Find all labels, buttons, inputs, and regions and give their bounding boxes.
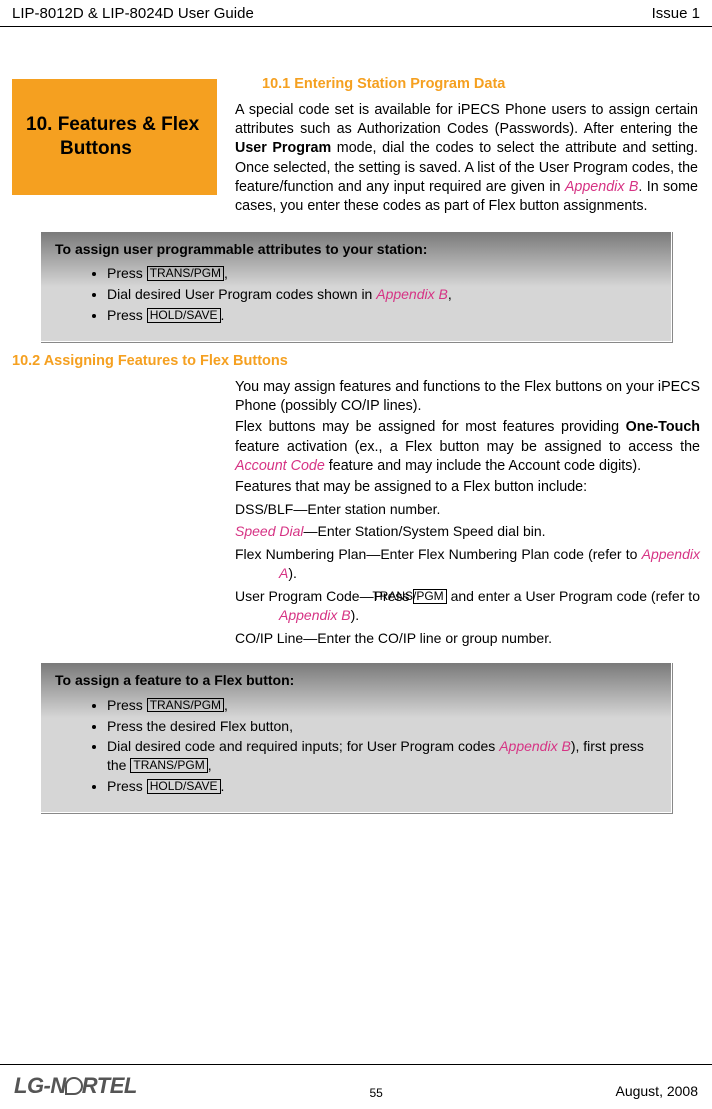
text-run: feature activation (ex., a Flex button m…: [235, 439, 700, 455]
keycap-trans-pgm: TRANS/PGM: [147, 698, 224, 713]
keycap-hold-save: HOLD/SAVE: [147, 779, 221, 794]
text-run: Dial desired User Program codes shown in: [107, 286, 376, 302]
instruction-box-2: To assign a feature to a Flex button: Pr…: [40, 662, 672, 813]
appendix-link: Appendix B: [565, 179, 639, 195]
list-item: Dial desired code and required inputs; f…: [107, 737, 657, 775]
text-run: Dial desired code and required inputs; f…: [107, 738, 499, 754]
text-run: ,: [224, 265, 228, 281]
instruction-list: Press TRANS/PGM, Dial desired User Progr…: [55, 264, 657, 325]
list-item: Press the desired Flex button,: [107, 717, 657, 736]
keycap-trans-pgm: TRANS/PGM: [147, 266, 224, 281]
page-number: 55: [369, 1085, 382, 1101]
bold-term: One-Touch: [626, 419, 700, 435]
list-item: Press HOLD/SAVE.: [107, 777, 657, 796]
footer-date: August, 2008: [615, 1082, 698, 1101]
list-item: Press TRANS/PGM,: [107, 264, 657, 283]
appendix-link: Appendix B: [279, 607, 351, 623]
feature-definition-list: DSS/BLF—Enter station number. Speed Dial…: [235, 500, 700, 648]
feature-item-user-program-code: User Program Code—Press TRANS/PGM and en…: [235, 587, 700, 625]
instruction-title: To assign user programmable attributes t…: [55, 240, 657, 259]
text-run: Press: [107, 307, 147, 323]
appendix-link: Appendix B: [499, 738, 571, 754]
logo-swirl-icon: [65, 1077, 83, 1095]
chapter-line-1: 10. Features & Flex: [26, 113, 203, 137]
section-10-2-paragraph-2: Flex buttons may be assigned for most fe…: [235, 418, 700, 476]
appendix-link: Appendix B: [376, 286, 448, 302]
section-heading-10-2: 10.2 Assigning Features to Flex Buttons: [12, 352, 700, 372]
text-run: Press: [107, 265, 147, 281]
feature-item-dss-blf: DSS/BLF—Enter station number.: [235, 500, 700, 519]
content-area: 10. Features & Flex Buttons 10.1 Enterin…: [0, 27, 712, 813]
text-run: —Enter Station/System Speed dial bin.: [304, 523, 546, 539]
text-run: ,: [448, 286, 452, 302]
text-run: ).: [351, 607, 360, 623]
text-run: Flex buttons may be assigned for most fe…: [235, 419, 626, 435]
text-run: ,: [208, 757, 212, 773]
speed-dial-term: Speed Dial: [235, 523, 304, 539]
list-item: Press HOLD/SAVE.: [107, 306, 657, 325]
feature-item-speed-dial: Speed Dial—Enter Station/System Speed di…: [235, 522, 700, 541]
text-run: and enter a User Program code (refer to: [447, 588, 700, 604]
doc-title: LIP-8012D & LIP-8024D User Guide: [12, 4, 254, 24]
list-item: Dial desired User Program codes shown in…: [107, 285, 657, 304]
text-run: ).: [288, 565, 297, 581]
list-item: Press TRANS/PGM,: [107, 696, 657, 715]
keycap-hold-save: HOLD/SAVE: [147, 308, 221, 323]
page-footer: LG-N RTEL 55 August, 2008: [0, 1064, 712, 1101]
issue-label: Issue 1: [652, 4, 700, 24]
logo-part-b: RTEL: [82, 1073, 137, 1098]
chapter-line-2: Buttons: [26, 137, 203, 161]
text-run: .: [221, 778, 225, 794]
text-run: feature and may include the Account code…: [325, 458, 641, 474]
logo-part-a: LG-N: [14, 1073, 66, 1098]
feature-item-flex-numbering: Flex Numbering Plan—Enter Flex Numbering…: [235, 545, 700, 583]
lg-nortel-logo: LG-N RTEL: [14, 1071, 137, 1101]
section-10-2-paragraph-1: You may assign features and functions to…: [235, 378, 700, 417]
section-10-1-paragraph: A special code set is available for iPEC…: [235, 101, 700, 217]
section-10-2-paragraph-3: Features that may be assigned to a Flex …: [235, 478, 700, 497]
keycap-trans-pgm: TRANS/PGM: [130, 758, 207, 773]
page-header: LIP-8012D & LIP-8024D User Guide Issue 1: [0, 0, 712, 27]
text-run: A special code set is available for iPEC…: [235, 102, 698, 137]
instruction-list: Press TRANS/PGM, Press the desired Flex …: [55, 696, 657, 796]
keycap-trans-pgm: TRANS/PGM: [413, 589, 446, 604]
text-run: ,: [224, 697, 228, 713]
text-run: .: [221, 307, 225, 323]
bold-term: User Program: [235, 140, 331, 156]
chapter-callout-box: 10. Features & Flex Buttons: [12, 79, 217, 195]
instruction-box-1: To assign user programmable attributes t…: [40, 231, 672, 343]
account-code-term: Account Code: [235, 458, 325, 474]
top-row: 10. Features & Flex Buttons 10.1 Enterin…: [12, 75, 700, 216]
instruction-title: To assign a feature to a Flex button:: [55, 671, 657, 690]
feature-item-co-ip-line: CO/IP Line—Enter the CO/IP line or group…: [235, 629, 700, 648]
section-heading-10-1: 10.1 Entering Station Program Data: [262, 75, 700, 95]
text-run: Flex Numbering Plan—Enter Flex Numbering…: [235, 546, 642, 562]
text-run: Press: [107, 778, 147, 794]
text-run: Press: [107, 697, 147, 713]
